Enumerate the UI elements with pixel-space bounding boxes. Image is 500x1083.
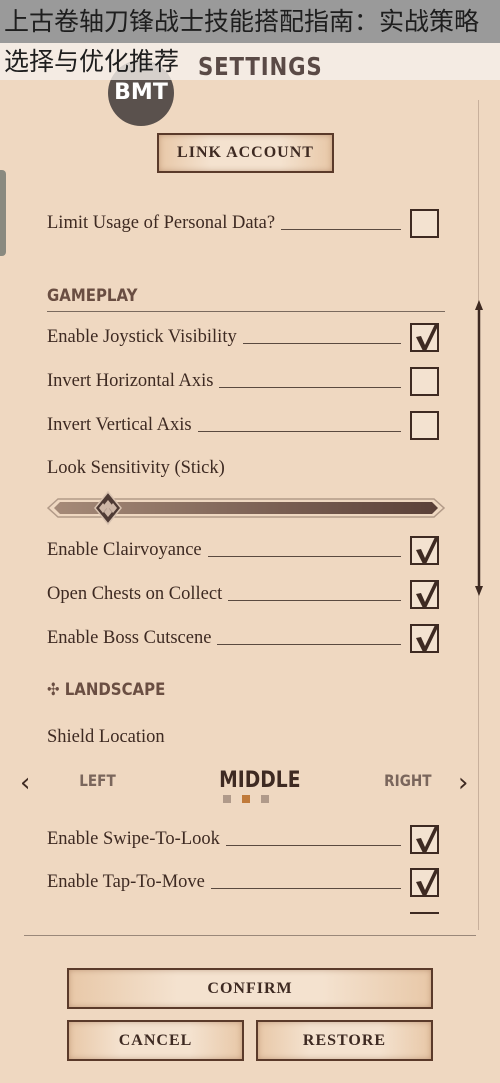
open-chests-row[interactable]: Open Chests on Collect xyxy=(47,580,439,610)
scrollbar[interactable] xyxy=(474,300,484,596)
page-title: SETTINGS xyxy=(198,52,323,81)
sensitivity-label: Look Sensitivity (Stick) xyxy=(47,458,225,478)
boss-cutscene-checkbox[interactable] xyxy=(410,624,439,653)
slider-thumb[interactable] xyxy=(93,491,122,525)
page-dot xyxy=(223,795,231,803)
shield-location-label: Shield Location xyxy=(47,727,165,747)
link-account-button[interactable]: LINK ACCOUNT xyxy=(157,133,334,173)
boss-cutscene-label: Enable Boss Cutscene xyxy=(47,628,218,649)
privacy-checkbox[interactable] xyxy=(410,209,439,238)
invert-vertical-label: Invert Vertical Axis xyxy=(47,415,198,436)
privacy-row[interactable]: Limit Usage of Personal Data? xyxy=(47,209,439,239)
cancel-button[interactable]: CANCEL xyxy=(67,1020,244,1061)
gameplay-heading: GAMEPLAY xyxy=(47,286,138,306)
boss-cutscene-row[interactable]: Enable Boss Cutscene xyxy=(47,624,439,654)
invert-horizontal-label: Invert Horizontal Axis xyxy=(47,371,220,392)
invert-horizontal-row[interactable]: Invert Horizontal Axis xyxy=(47,367,439,397)
invert-vertical-checkbox[interactable] xyxy=(410,411,439,440)
shield-option-left[interactable]: LEFT xyxy=(79,771,116,790)
open-chests-checkbox[interactable] xyxy=(410,580,439,609)
landscape-heading: ✣ LANDSCAPE xyxy=(47,680,166,700)
open-chests-label: Open Chests on Collect xyxy=(47,584,229,605)
checkmark-icon xyxy=(416,581,439,608)
swipe-to-look-checkbox[interactable] xyxy=(410,825,439,854)
joystick-checkbox[interactable] xyxy=(410,323,439,352)
checkmark-icon xyxy=(416,826,439,853)
tap-to-move-checkbox[interactable] xyxy=(410,868,439,897)
checkmark-icon xyxy=(416,625,439,652)
clairvoyance-label: Enable Clairvoyance xyxy=(47,540,208,561)
overlay-title-line1: 上古卷轴刀锋战士技能搭配指南：实战策略 xyxy=(0,0,500,43)
chevron-right-icon[interactable]: › xyxy=(458,768,468,798)
checkmark-icon xyxy=(416,869,439,896)
page-dot xyxy=(261,795,269,803)
privacy-label: Limit Usage of Personal Data? xyxy=(47,213,282,234)
tap-to-move-label: Enable Tap-To-Move xyxy=(47,872,211,893)
restore-button[interactable]: RESTORE xyxy=(256,1020,433,1061)
page-dot-active xyxy=(242,795,250,803)
left-edge-tab xyxy=(0,170,6,256)
swipe-to-look-label: Enable Swipe-To-Look xyxy=(47,829,226,850)
footer-divider xyxy=(24,935,476,936)
chevron-left-icon[interactable]: ‹ xyxy=(20,768,30,798)
checkmark-icon xyxy=(416,537,439,564)
joystick-row[interactable]: Enable Joystick Visibility xyxy=(47,323,439,353)
shield-option-middle[interactable]: MIDDLE xyxy=(219,768,300,793)
clairvoyance-row[interactable]: Enable Clairvoyance xyxy=(47,536,439,566)
partial-checkbox-edge xyxy=(410,912,439,914)
swipe-to-look-row[interactable]: Enable Swipe-To-Look xyxy=(47,825,439,855)
overlay-title-line2: 选择与优化推荐 xyxy=(4,47,180,76)
sensitivity-slider[interactable] xyxy=(46,491,446,525)
joystick-label: Enable Joystick Visibility xyxy=(47,327,243,348)
confirm-button[interactable]: CONFIRM xyxy=(67,968,433,1009)
invert-vertical-row[interactable]: Invert Vertical Axis xyxy=(47,411,439,441)
checkmark-icon xyxy=(416,324,439,351)
tap-to-move-row[interactable]: Enable Tap-To-Move xyxy=(47,868,439,898)
invert-horizontal-checkbox[interactable] xyxy=(410,367,439,396)
shield-option-right[interactable]: RIGHT xyxy=(384,771,431,790)
scrollbar-track xyxy=(475,300,483,596)
section-divider xyxy=(47,311,445,312)
clairvoyance-checkbox[interactable] xyxy=(410,536,439,565)
